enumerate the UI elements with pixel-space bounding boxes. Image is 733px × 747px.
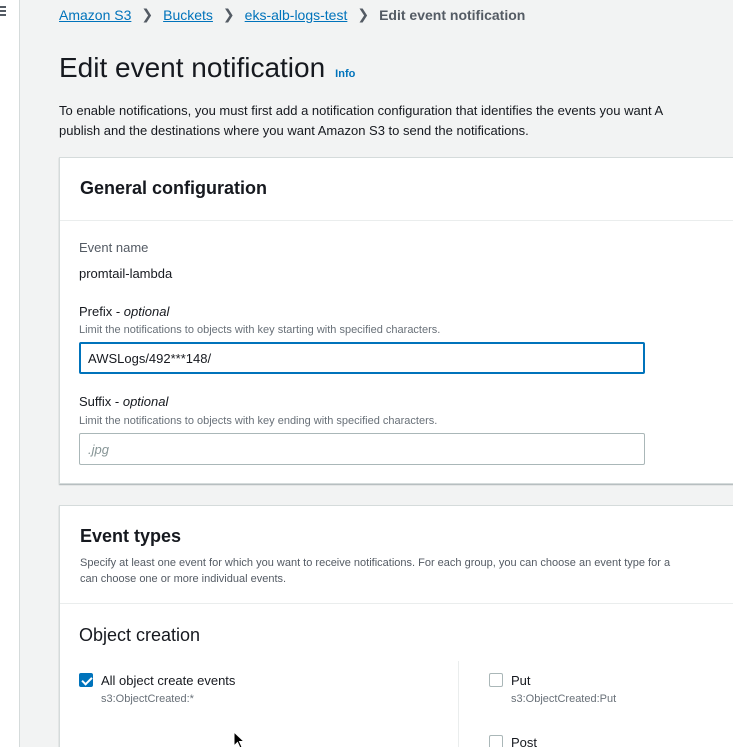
- general-configuration-panel: General configuration Event name promtai…: [59, 157, 733, 484]
- post-label[interactable]: Post: [511, 735, 537, 747]
- info-link[interactable]: Info: [335, 68, 355, 80]
- chevron-right-icon: ❯: [222, 6, 235, 22]
- menu-icon[interactable]: [0, 6, 8, 16]
- all-object-create-event-name: s3:ObjectCreated:*: [101, 693, 194, 705]
- suffix-label-text: Suffix -: [79, 394, 123, 409]
- prefix-label-text: Prefix -: [79, 304, 124, 319]
- put-event-name: s3:ObjectCreated:Put: [511, 693, 617, 705]
- suffix-label: Suffix - optional: [79, 394, 168, 409]
- column-divider: [458, 661, 459, 747]
- suffix-optional: optional: [122, 394, 169, 409]
- all-object-create-label[interactable]: All object create events: [101, 673, 235, 688]
- side-navigation-strip: [0, 0, 20, 747]
- main-content: Amazon S3 ❯ Buckets ❯ eks-alb-logs-test …: [20, 0, 733, 747]
- breadcrumb-current: Edit event notification: [379, 6, 526, 23]
- panel-title: Event types: [80, 526, 182, 546]
- all-object-create-checkbox[interactable]: [79, 673, 93, 687]
- page-description: To enable notifications, you must first …: [59, 101, 733, 141]
- event-types-panel: Event types Specify at least one event f…: [59, 505, 733, 747]
- panel-header: Event types Specify at least one event f…: [60, 506, 733, 604]
- breadcrumb: Amazon S3 ❯ Buckets ❯ eks-alb-logs-test …: [59, 6, 525, 23]
- put-label[interactable]: Put: [511, 673, 531, 688]
- event-name-value: promtail-lambda: [79, 266, 173, 281]
- event-name-label: Event name: [79, 240, 149, 255]
- page-header: Edit event notification Info: [59, 52, 355, 84]
- prefix-hint: Limit the notifications to objects with …: [79, 324, 441, 336]
- page-title: Edit event notification: [59, 52, 326, 83]
- panel-description-line: can choose one or more individual events…: [80, 573, 287, 585]
- prefix-input-value: AWSLogs/492***148/: [88, 350, 212, 366]
- chevron-right-icon: ❯: [357, 6, 370, 22]
- breadcrumb-bucket[interactable]: eks-alb-logs-test: [245, 7, 348, 23]
- chevron-right-icon: ❯: [141, 6, 154, 22]
- panel-description-line: Specify at least one event for which you…: [80, 557, 671, 569]
- prefix-input[interactable]: AWSLogs/492***148/: [79, 342, 645, 374]
- prefix-label: Prefix - optional: [79, 304, 169, 319]
- page-description-line: publish and the destinations where you w…: [59, 123, 529, 138]
- panel-title: General configuration: [80, 178, 268, 198]
- panel-description: Specify at least one event for which you…: [80, 555, 733, 587]
- suffix-hint: Limit the notifications to objects with …: [79, 415, 438, 427]
- mouse-cursor-icon: [233, 731, 246, 747]
- post-checkbox[interactable]: [489, 735, 503, 747]
- put-checkbox[interactable]: [489, 673, 503, 687]
- suffix-input[interactable]: [79, 433, 645, 465]
- breadcrumb-buckets[interactable]: Buckets: [163, 7, 213, 23]
- breadcrumb-amazon-s3[interactable]: Amazon S3: [59, 7, 131, 23]
- page-description-line: To enable notifications, you must first …: [59, 103, 664, 118]
- object-creation-title: Object creation: [79, 625, 201, 645]
- prefix-optional: optional: [123, 304, 170, 319]
- panel-header: General configuration: [60, 158, 733, 221]
